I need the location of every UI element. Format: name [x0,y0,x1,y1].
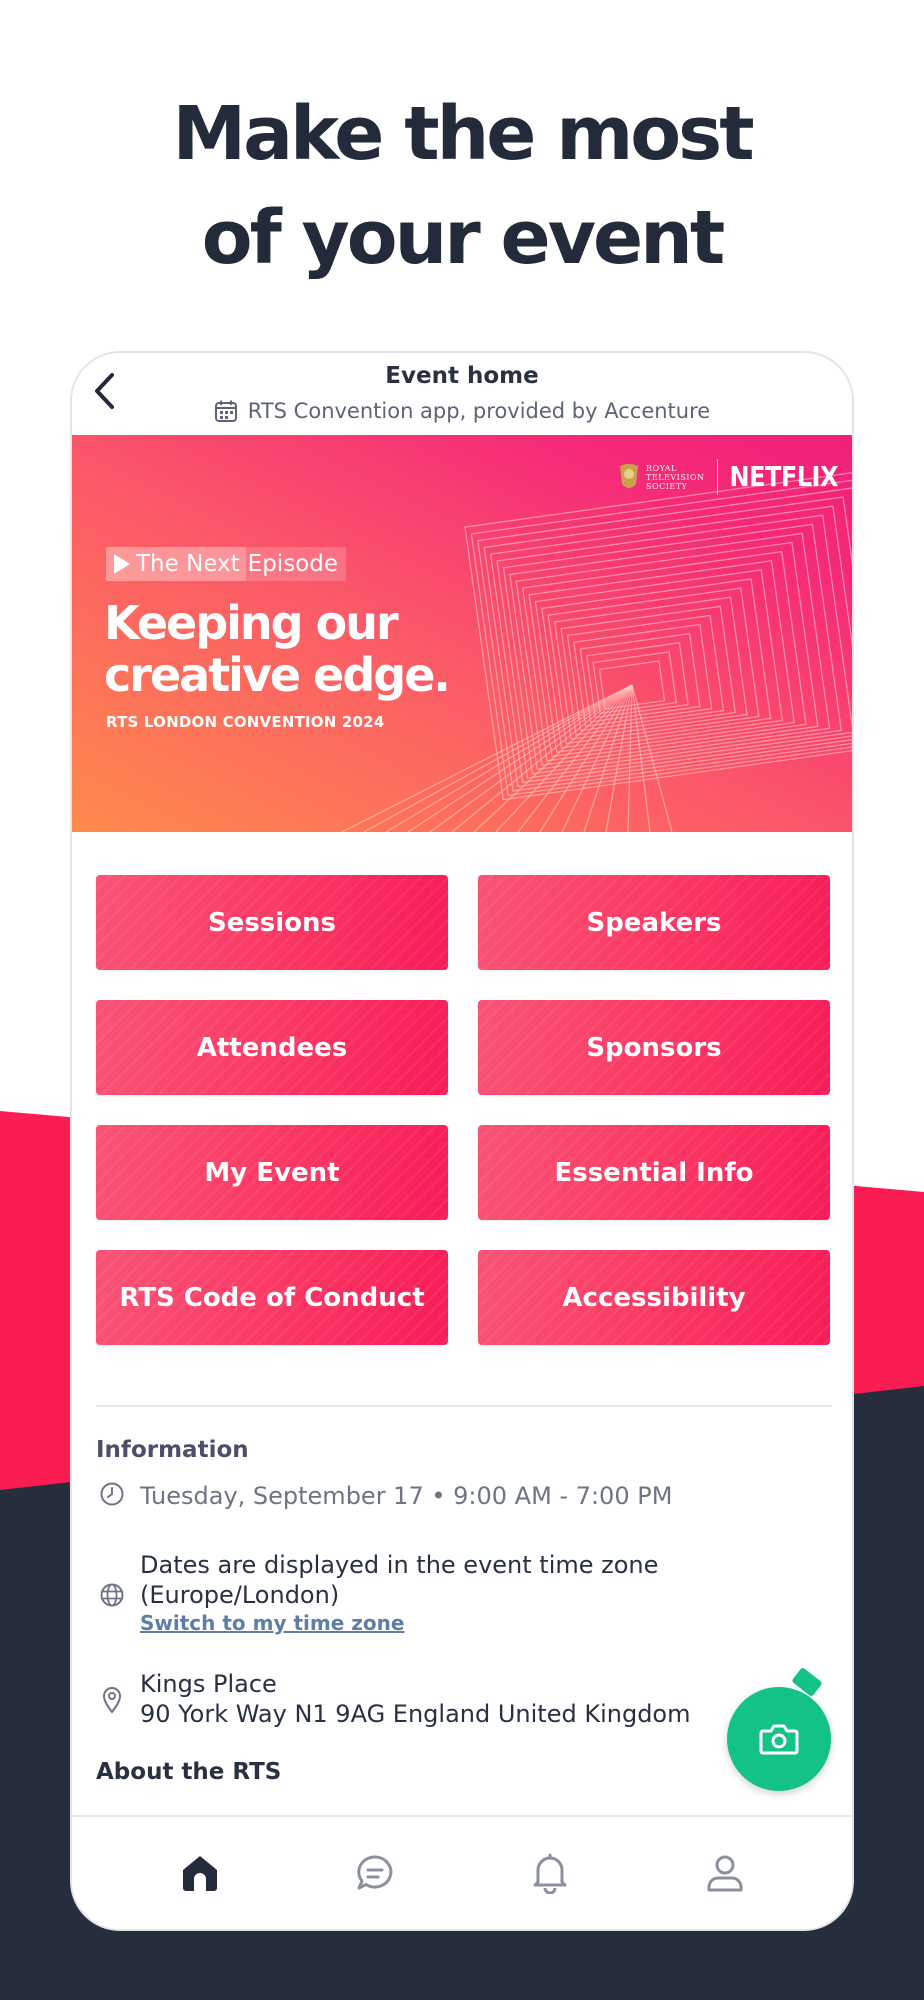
camera-fab-button[interactable] [727,1687,831,1791]
bottom-navigation [72,1815,852,1929]
promo-headline-line1: Make the most [172,91,754,177]
rts-logo-text: ROYAL TELEVISION SOCIETY [646,463,705,491]
banner-caption: RTS LONDON CONVENTION 2024 [106,713,385,731]
home-icon [182,1856,217,1891]
tile-essential-info[interactable]: Essential Info [478,1125,830,1220]
rts-crest-icon [620,464,639,488]
phone-screen: Event home RTS Convention app, provided … [70,351,854,1931]
tile-code-of-conduct[interactable]: RTS Code of Conduct [96,1250,448,1345]
nav-profile[interactable] [685,1833,765,1913]
section-divider [96,1405,832,1407]
location-text: Kings Place 90 York Way N1 9AG England U… [140,1670,691,1728]
tile-attendees[interactable]: Attendees [96,1000,448,1095]
nav-home[interactable] [160,1833,240,1913]
tile-accessibility[interactable]: Accessibility [478,1250,830,1345]
promo-headline-line2: of your event [201,195,725,281]
timezone-text: Dates are displayed in the event time zo… [140,1551,659,1636]
logo-divider [716,459,718,495]
nav-chat[interactable] [335,1833,415,1913]
banner-tag: The Next Episode [106,545,346,583]
banner-headline: Keeping our creative edge. [104,596,451,702]
switch-timezone-link[interactable]: Switch to my time zone [140,1610,658,1636]
clock-icon [100,1482,124,1506]
bell-icon [533,1853,566,1894]
camera-icon [759,1724,799,1755]
rts-logo: ROYAL TELEVISION SOCIETY [616,462,704,492]
globe-icon [100,1583,124,1607]
play-icon [114,554,130,574]
app-subtitle-text: RTS Convention app, provided by Accentur… [247,399,711,423]
event-date-row: Tuesday, September 17 • 9:00 AM - 7:00 P… [96,1481,672,1511]
location-row: Kings Place 90 York Way N1 9AG England U… [96,1669,691,1729]
tile-speakers[interactable]: Speakers [478,875,830,970]
nav-notifications[interactable] [510,1833,590,1913]
menu-tiles: Sessions Speakers Attendees Sponsors My … [96,875,832,1345]
map-pin-icon [102,1687,122,1714]
promo-headline: Make the most of your event [0,82,924,290]
calendar-icon [214,400,237,422]
profile-icon [707,1855,742,1892]
banner-logos: ROYAL TELEVISION SOCIETY NETFLIX [616,459,839,495]
page-title: Event home [385,363,539,389]
netflix-logo: NETFLIX [729,460,839,494]
app-subtitle: RTS Convention app, provided by Accentur… [72,399,852,423]
timezone-row: Dates are displayed in the event time zo… [96,1550,658,1636]
information-heading: Information [96,1437,249,1463]
tile-my-event[interactable]: My Event [96,1125,448,1220]
app-bar: Event home RTS Convention app, provided … [72,353,852,435]
chat-icon [356,1855,392,1890]
event-date-text: Tuesday, September 17 • 9:00 AM - 7:00 P… [140,1482,673,1510]
tile-sponsors[interactable]: Sponsors [478,1000,830,1095]
event-banner[interactable]: ROYAL TELEVISION SOCIETY NETFLIX The Nex… [72,435,852,832]
about-heading: About the RTS [96,1759,282,1785]
tile-sessions[interactable]: Sessions [96,875,448,970]
